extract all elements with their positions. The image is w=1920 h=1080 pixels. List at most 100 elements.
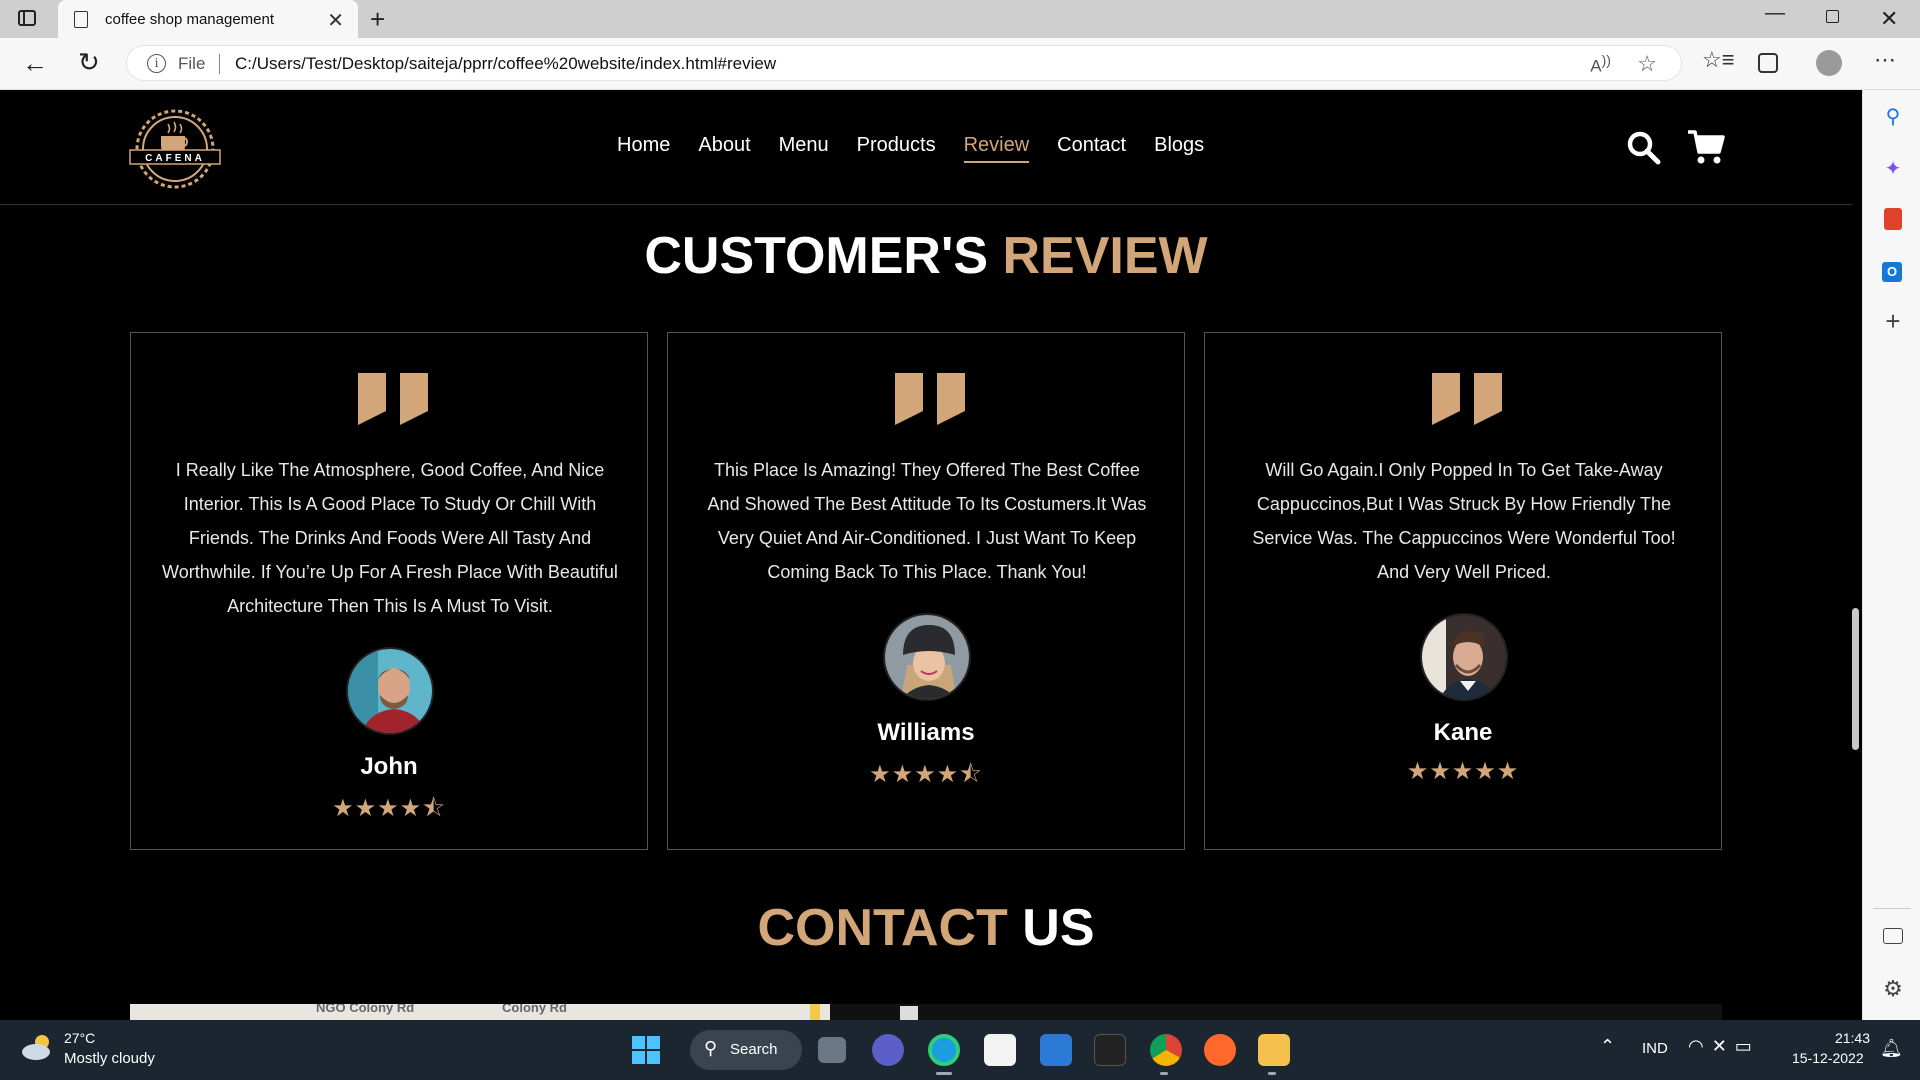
input-language[interactable]: IND: [1642, 1040, 1668, 1057]
star-rating: ★★★★⯪: [869, 761, 983, 788]
browser-tab[interactable]: coffee shop management ✕: [58, 0, 358, 38]
favorites-icon[interactable]: ☆≡: [1702, 47, 1735, 73]
contact-form-area: [830, 1004, 1722, 1020]
star-rating: ★★★★★: [1406, 758, 1520, 785]
edge-sidebar: ⚲ ✦ O + ⚙: [1862, 90, 1920, 1020]
nav-review[interactable]: Review: [963, 134, 1030, 163]
website-viewport: CAFENA Home About Menu Products Review C…: [0, 90, 1852, 1020]
contact-title-main: US: [1022, 899, 1095, 957]
edge-browser-icon[interactable]: [928, 1034, 960, 1066]
weather-description: Mostly cloudy: [64, 1050, 155, 1067]
taskbar-search[interactable]: ⚲ Search: [690, 1030, 802, 1070]
nav-home[interactable]: Home: [617, 134, 670, 163]
predator-sense-icon[interactable]: [1094, 1034, 1126, 1066]
back-arrow-icon[interactable]: ←: [22, 48, 48, 79]
nav-about[interactable]: About: [698, 134, 750, 163]
info-icon[interactable]: i: [147, 54, 166, 73]
quote-icon: [1432, 373, 1502, 425]
tab-title: coffee shop management: [105, 11, 275, 28]
collections-icon[interactable]: [1758, 53, 1778, 73]
avatar: [346, 647, 434, 735]
nav-contact[interactable]: Contact: [1057, 134, 1126, 163]
star-rating: ★★★★⯪: [332, 795, 446, 822]
nav-blogs[interactable]: Blogs: [1154, 134, 1204, 163]
review-text: I Really Like The Atmosphere, Good Coffe…: [162, 460, 618, 616]
firefox-icon[interactable]: [1204, 1034, 1236, 1066]
avatar: [883, 613, 971, 701]
file-label: File: [178, 54, 206, 73]
sidebar-divider: [1873, 908, 1911, 909]
active-app-indicator: [936, 1072, 952, 1075]
notification-icon[interactable]: 🔔︎: [1880, 1038, 1903, 1059]
clock-time[interactable]: 21:43: [1830, 1030, 1870, 1046]
minimize-icon[interactable]: —: [1765, 2, 1785, 25]
cafena-logo[interactable]: CAFENA: [128, 106, 222, 192]
address-toolbar: ← ↻ i File C:/Users/Test/Desktop/saiteja…: [0, 38, 1920, 90]
clock-date[interactable]: 15-12-2022: [1792, 1050, 1864, 1066]
contact-title-accent: CONTACT: [757, 899, 1008, 957]
profile-avatar-icon[interactable]: [1816, 50, 1842, 76]
weather-cloud-icon[interactable]: [20, 1032, 56, 1062]
windows-taskbar: 27°C Mostly cloudy ⚲ Search ⌃ IND ◠✕▭ 21…: [0, 1020, 1920, 1080]
scroll-up-icon[interactable]: [900, 1006, 918, 1020]
reviewer-name: Williams: [877, 719, 975, 746]
file-explorer-icon[interactable]: [1258, 1034, 1290, 1066]
copilot-icon[interactable]: ✦: [1882, 158, 1904, 180]
contact-map[interactable]: NGO Colony Rd Colony Rd: [130, 1004, 830, 1020]
site-header: CAFENA Home About Menu Products Review C…: [0, 90, 1852, 205]
review-card: Will Go Again.I Only Popped In To Get Ta…: [1204, 332, 1722, 850]
contact-section-title: CONTACT US: [0, 898, 1852, 958]
page-icon: [74, 11, 88, 28]
map-highway: [810, 1004, 820, 1020]
reviewer-name: Kane: [1433, 719, 1493, 746]
tab-actions-icon[interactable]: [18, 10, 36, 26]
logo-text: CAFENA: [145, 153, 205, 164]
windows-start-icon[interactable]: [630, 1034, 662, 1066]
outlook-icon[interactable]: O: [1882, 262, 1902, 282]
quote-icon: [895, 373, 965, 425]
hide-sidebar-icon[interactable]: [1883, 928, 1903, 944]
task-view-icon[interactable]: [818, 1037, 846, 1063]
review-text: Will Go Again.I Only Popped In To Get Ta…: [1252, 460, 1676, 582]
cart-icon[interactable]: [1686, 128, 1726, 166]
add-favorite-icon[interactable]: ☆: [1637, 51, 1657, 77]
tab-close-icon[interactable]: ✕: [327, 8, 344, 33]
microsoft-store-icon[interactable]: [984, 1034, 1016, 1066]
address-bar[interactable]: i File C:/Users/Test/Desktop/saiteja/ppr…: [126, 45, 1682, 81]
read-aloud-icon[interactable]: A)): [1590, 53, 1611, 77]
mail-icon[interactable]: [1040, 1034, 1072, 1066]
sidebar-add-icon[interactable]: +: [1882, 308, 1904, 334]
tray-overflow-icon[interactable]: ⌃: [1600, 1036, 1615, 1057]
teams-chat-icon[interactable]: [872, 1034, 904, 1066]
nav-menu[interactable]: Menu: [779, 134, 829, 163]
search-icon[interactable]: [1626, 130, 1662, 166]
maximize-icon[interactable]: [1826, 10, 1839, 23]
tray-status-icons[interactable]: ◠✕▭: [1688, 1036, 1760, 1057]
reload-icon[interactable]: ↻: [78, 47, 100, 78]
review-card: This Place Is Amazing! They Offered The …: [667, 332, 1185, 850]
address-separator: [219, 54, 220, 74]
office-icon[interactable]: [1884, 208, 1902, 230]
new-tab-icon[interactable]: +: [370, 4, 385, 35]
review-text: This Place Is Amazing! They Offered The …: [707, 460, 1147, 582]
review-title-accent: REVIEW: [1002, 227, 1208, 285]
url-text[interactable]: C:/Users/Test/Desktop/saiteja/pprr/coffe…: [235, 54, 776, 74]
review-cards: I Really Like The Atmosphere, Good Coffe…: [130, 332, 1722, 850]
review-card: I Really Like The Atmosphere, Good Coffe…: [130, 332, 648, 850]
window-close-icon[interactable]: ✕: [1880, 6, 1898, 32]
review-section-title: CUSTOMER'S REVIEW: [0, 226, 1852, 286]
nav-products[interactable]: Products: [857, 134, 936, 163]
chrome-indicator: [1160, 1072, 1168, 1075]
sidebar-search-icon[interactable]: ⚲: [1882, 106, 1904, 128]
main-nav: Home About Menu Products Review Contact …: [617, 134, 1204, 163]
explorer-indicator: [1268, 1072, 1276, 1075]
avatar: [1420, 613, 1508, 701]
review-title-main: CUSTOMER'S: [644, 227, 989, 285]
page-scrollbar-thumb[interactable]: [1852, 608, 1859, 750]
map-road-label: Colony Rd: [502, 1004, 567, 1015]
chrome-icon[interactable]: [1150, 1034, 1182, 1066]
reviewer-name: John: [360, 753, 418, 780]
sidebar-settings-icon[interactable]: ⚙: [1882, 978, 1904, 1000]
more-menu-icon[interactable]: ⋯: [1874, 47, 1897, 73]
weather-temperature: 27°C: [64, 1030, 96, 1046]
